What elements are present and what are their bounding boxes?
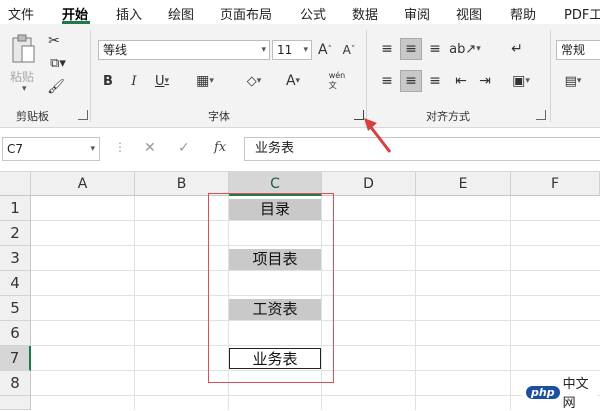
tab-data[interactable]: 数据 xyxy=(352,4,378,23)
chevron-down-icon: ▾ xyxy=(261,45,266,55)
group-divider xyxy=(550,30,551,122)
increase-font-size-icon[interactable]: A ˄ xyxy=(316,40,334,60)
row-header-1[interactable]: 1 xyxy=(0,196,31,221)
column-header-f[interactable]: F xyxy=(511,172,600,196)
font-dialog-launcher-icon[interactable] xyxy=(354,110,364,120)
tab-view[interactable]: 视图 xyxy=(456,4,482,23)
decrease-font-size-icon[interactable]: A ˅ xyxy=(340,40,358,60)
alignment-group-label: 对齐方式 xyxy=(426,110,470,123)
group-divider xyxy=(366,30,367,122)
align-middle-icon[interactable]: ≡ xyxy=(400,38,422,60)
underline-button[interactable]: U ▾ xyxy=(150,72,174,90)
clipboard-group-label: 剪贴板 xyxy=(16,110,49,123)
tab-insert[interactable]: 插入 xyxy=(116,4,142,23)
grid-line xyxy=(510,196,511,410)
increase-indent-icon[interactable]: ⇥ xyxy=(474,70,496,92)
phonetic-guide-icon[interactable]: wén 文 xyxy=(322,70,352,92)
fill-color-icon[interactable]: ◇ ▾ xyxy=(240,72,268,90)
red-arrow-icon xyxy=(364,118,392,153)
tab-pdf[interactable]: PDF工 xyxy=(564,4,600,23)
select-all-corner[interactable] xyxy=(0,172,31,196)
formula-input[interactable]: 业务表 xyxy=(244,137,600,161)
font-name-combo[interactable]: 等线 ▾ xyxy=(98,40,270,60)
align-top-icon[interactable]: ≡ xyxy=(376,38,398,60)
row-header-6[interactable]: 6 xyxy=(0,321,31,346)
tab-help[interactable]: 帮助 xyxy=(510,4,536,23)
borders-icon[interactable]: ▦ ▾ xyxy=(192,72,218,90)
font-group-label: 字体 xyxy=(208,110,230,123)
row-header-7[interactable]: 7 xyxy=(0,346,31,371)
watermark-logo: php xyxy=(526,385,560,399)
cancel-icon[interactable]: ✕ xyxy=(144,140,156,156)
tab-formulas[interactable]: 公式 xyxy=(300,4,326,23)
row-header-4[interactable]: 4 xyxy=(0,271,31,296)
ribbon-tab-bar: 文件 开始 插入 绘图 页面布局 公式 数据 审阅 视图 帮助 PDF工 xyxy=(0,0,600,24)
name-box-value: C7 xyxy=(7,142,24,156)
copy-icon[interactable]: ⧉▾ xyxy=(46,54,70,72)
align-right-icon[interactable]: ≡ xyxy=(424,70,446,92)
font-size-combo[interactable]: 11 ▾ xyxy=(272,40,312,60)
paste-dropdown-chevron-icon[interactable]: ▾ xyxy=(22,84,27,94)
column-header-d[interactable]: D xyxy=(322,172,416,196)
number-format-combo[interactable]: 常规 xyxy=(556,40,600,60)
chevron-down-icon[interactable]: ▾ xyxy=(90,138,95,160)
cut-icon[interactable]: ✂ xyxy=(46,32,62,50)
align-bottom-icon[interactable]: ≡ xyxy=(424,38,446,60)
insert-function-icon[interactable]: fx xyxy=(214,140,226,155)
ribbon: 粘贴 ▾ ✂ ⧉▾ 🖌 剪贴板 等线 ▾ 11 ▾ A ˄ A ˅ B I U ▾ ▦… xyxy=(0,24,600,128)
merge-center-icon[interactable]: ▣ ▾ xyxy=(506,70,536,92)
row-header-8[interactable]: 8 xyxy=(0,371,31,396)
alignment-launcher-icon[interactable] xyxy=(536,110,546,120)
wrap-text-icon[interactable]: ↵ xyxy=(506,38,528,60)
highlight-box xyxy=(208,193,334,383)
more-options-icon[interactable]: ⋮ xyxy=(114,140,126,154)
font-size-value: 11 xyxy=(277,43,293,57)
name-box[interactable]: C7 ▾ xyxy=(2,137,100,161)
grid-line xyxy=(415,196,416,410)
grid-line xyxy=(134,196,135,410)
italic-button[interactable]: I xyxy=(126,72,142,90)
paste-label: 粘贴 xyxy=(10,70,35,84)
font-color-icon[interactable]: A ▾ xyxy=(280,72,306,90)
tab-file[interactable]: 文件 xyxy=(8,4,34,23)
align-left-icon[interactable]: ≡ xyxy=(376,70,398,92)
paste-button[interactable] xyxy=(8,32,38,68)
orientation-icon[interactable]: ab↗ ▾ xyxy=(449,38,481,60)
align-center-icon[interactable]: ≡ xyxy=(400,70,422,92)
tab-page-layout[interactable]: 页面布局 xyxy=(220,4,272,23)
bold-button[interactable]: B xyxy=(100,72,116,90)
group-divider xyxy=(90,30,91,122)
tab-draw[interactable]: 绘图 xyxy=(168,4,194,23)
column-header-e[interactable]: E xyxy=(416,172,511,196)
font-name-value: 等线 xyxy=(103,43,128,57)
grid-line xyxy=(31,395,600,396)
watermark: php 中文网 xyxy=(522,377,598,411)
format-painter-icon[interactable]: 🖌 xyxy=(46,78,66,96)
clipboard-icon xyxy=(12,34,35,63)
tab-review[interactable]: 审阅 xyxy=(404,4,430,23)
column-header-a[interactable]: A xyxy=(31,172,135,196)
formula-bar: C7 ▾ ⋮ ✕ ✓ fx 业务表 xyxy=(0,128,600,172)
row-header-5[interactable]: 5 xyxy=(0,296,31,321)
row-header-2[interactable]: 2 xyxy=(0,221,31,246)
formula-content: 业务表 xyxy=(255,141,295,156)
watermark-text: 中文网 xyxy=(562,377,589,411)
row-header-3[interactable]: 3 xyxy=(0,246,31,271)
number-format-value: 常规 xyxy=(561,43,586,57)
chevron-down-icon: ▾ xyxy=(303,45,308,55)
decrease-indent-icon[interactable]: ⇤ xyxy=(450,70,472,92)
enter-check-icon[interactable]: ✓ xyxy=(178,140,190,156)
clipboard-launcher-icon[interactable] xyxy=(78,110,88,120)
row-header-9[interactable] xyxy=(0,396,31,410)
accounting-format-icon[interactable]: ▤ ▾ xyxy=(558,70,588,92)
